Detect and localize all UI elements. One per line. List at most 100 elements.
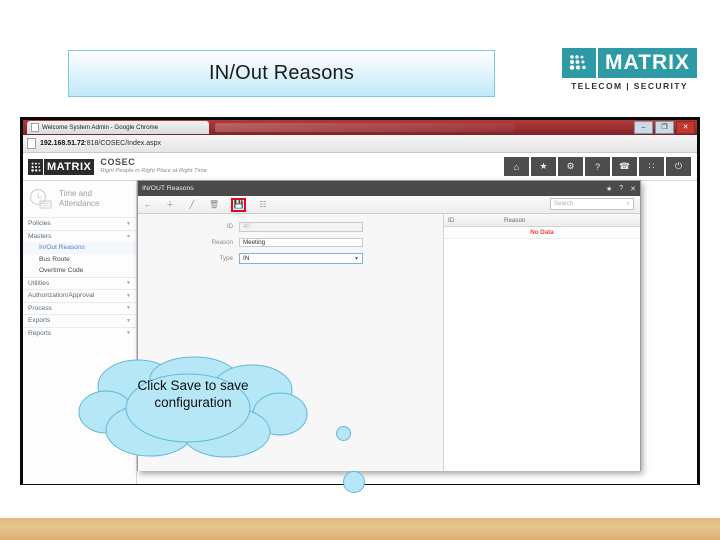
dialog-toolbar: ← ＋ ╱ 🗑 💾 ☷ Search ⌕: [138, 196, 640, 214]
sidebar-item-authorization-approval[interactable]: Authorization/Approval ▼: [23, 289, 136, 302]
chevron-down-icon: ▼: [126, 280, 131, 287]
star-icon[interactable]: ★: [531, 157, 556, 176]
phone-icon[interactable]: ☎: [612, 157, 637, 176]
form-row-type: Type IN ▼: [138, 253, 443, 264]
back-button[interactable]: ←: [143, 200, 153, 209]
grid-icon[interactable]: ∷: [639, 157, 664, 176]
app-header: MATRIX COSEC Right People in Right Place…: [23, 153, 697, 181]
address-bar-url: 192.168.51.72:818/COSEC/Index.aspx: [40, 140, 161, 147]
chevron-down-icon: ▼: [126, 220, 131, 227]
sidebar-item-overtime-code[interactable]: Overtime Code: [23, 265, 136, 277]
callout-text-line1: Click Save to save: [137, 378, 249, 393]
brand-row: MATRIX: [562, 48, 697, 78]
sidebar-item-label: Reports: [28, 329, 52, 337]
sidebar-item-utilities[interactable]: Utilities ▼: [23, 276, 136, 290]
column-header-id: ID: [448, 216, 455, 224]
app-logo-wordmark: MATRIX: [44, 158, 95, 175]
delete-button[interactable]: 🗑: [209, 200, 219, 209]
search-icon[interactable]: ⌕: [627, 201, 630, 208]
save-button[interactable]: 💾: [231, 197, 246, 212]
sidebar-item-label: Utilities: [28, 279, 50, 287]
sidebar-item-policies[interactable]: Policies ▼: [23, 217, 136, 230]
sidebar-item-label: In/Out Reasons: [39, 244, 85, 252]
search-input[interactable]: Search ⌕: [550, 198, 634, 210]
app-logo: MATRIX: [28, 158, 95, 175]
favorite-icon[interactable]: ★: [606, 185, 612, 193]
callout-text: Click Save to save configuration: [76, 378, 310, 412]
browser-tab[interactable]: Welcome System Admin - Google Chrome: [27, 121, 209, 134]
sidebar-item-label: Exports: [28, 317, 51, 325]
export-excel-button[interactable]: ☷: [258, 200, 268, 209]
sidebar-item-exports[interactable]: Exports ▼: [23, 314, 136, 327]
id-field: 40: [239, 222, 363, 232]
browser-title-bar: Welcome System Admin - Google Chrome – ❐…: [23, 120, 697, 135]
type-select-value: IN: [243, 255, 250, 262]
sidebar-module-title-line1: Time and: [59, 189, 93, 198]
gear-icon[interactable]: ⚙: [558, 157, 583, 176]
dialog-title-bar: IN/OUT Reasons ★ ? ✕: [138, 181, 640, 196]
chevron-down-icon: ▼: [126, 305, 131, 312]
dialog-title: IN/OUT Reasons: [142, 185, 194, 192]
brand-wordmark: MATRIX: [598, 48, 697, 78]
clock-icon: [29, 188, 54, 210]
chevron-down-icon: ▼: [126, 330, 131, 337]
sidebar-module-header: Time and Attendance: [23, 181, 136, 217]
callout-bubble-medium: [343, 471, 365, 493]
page-info-icon: [27, 138, 36, 149]
close-button[interactable]: ✕: [676, 121, 695, 134]
callout-bubble-small: [336, 426, 351, 441]
page-title: IN/Out Reasons: [208, 62, 355, 84]
sidebar-item-label: Bus Route: [39, 255, 70, 263]
sidebar-item-label: Masters: [28, 232, 52, 240]
type-label: Type: [219, 255, 233, 262]
browser-tab-title: Welcome System Admin - Google Chrome: [42, 124, 159, 131]
id-label: ID: [226, 223, 233, 231]
matrix-dots-icon-small: [28, 158, 43, 175]
sidebar-item-in-out-reasons[interactable]: In/Out Reasons: [23, 242, 136, 254]
tab-favicon-icon: [31, 123, 39, 132]
sidebar-item-label: Process: [28, 304, 52, 312]
reason-label: Reason: [211, 238, 233, 246]
empty-state-message: No Data: [444, 227, 640, 239]
browser-address-bar[interactable]: 192.168.51.72:818/COSEC/Index.aspx: [23, 135, 697, 153]
browser-tab-strip-empty: [215, 123, 515, 132]
form-row-id: ID 40: [138, 222, 443, 232]
reason-field[interactable]: Meeting: [239, 237, 363, 247]
close-icon[interactable]: ✕: [630, 185, 636, 193]
callout-text-line2: configuration: [154, 394, 232, 410]
list-header-row: ID Reason: [444, 214, 640, 227]
chevron-down-icon: ▼: [126, 292, 131, 299]
address-bar-host: 192.168.51.72: [40, 140, 85, 147]
product-name: COSEC: [100, 157, 136, 168]
sidebar-item-bus-route[interactable]: Bus Route: [23, 254, 136, 266]
add-button[interactable]: ＋: [165, 200, 175, 209]
help-icon[interactable]: ?: [619, 185, 623, 192]
type-select[interactable]: IN ▼: [239, 253, 363, 264]
callout-cloud: Click Save to save configuration: [76, 356, 310, 460]
maximize-button[interactable]: ❐: [655, 121, 674, 134]
edit-button[interactable]: ╱: [187, 200, 197, 209]
sidebar-item-masters[interactable]: Masters ▲: [23, 229, 136, 243]
header-icon-bar: ⌂ ★ ⚙ ? ☎ ∷ ⏻: [504, 157, 691, 176]
matrix-brand-logo: MATRIX TELECOM | SECURITY: [562, 48, 697, 94]
reasons-list-pane: ID Reason No Data: [444, 214, 640, 471]
column-header-reason: Reason: [504, 216, 526, 224]
sidebar-item-label: Policies: [28, 220, 51, 228]
minimize-button[interactable]: –: [634, 121, 653, 134]
help-icon[interactable]: ?: [585, 157, 610, 176]
address-bar-path: :818/COSEC/Index.aspx: [84, 140, 162, 147]
sidebar-item-reports[interactable]: Reports ▼: [23, 326, 136, 340]
dialog-title-icons: ★ ? ✕: [606, 185, 636, 193]
chevron-up-icon: ▲: [126, 233, 131, 240]
sidebar-item-label: Overtime Code: [39, 267, 84, 275]
slide-title-box: IN/Out Reasons: [68, 50, 495, 97]
power-icon[interactable]: ⏻: [666, 157, 691, 176]
sidebar-item-label: Authorization/Approval: [28, 292, 95, 300]
search-placeholder: Search: [554, 201, 574, 207]
sidebar-module-title-line2: Attendance: [59, 199, 100, 208]
home-icon[interactable]: ⌂: [504, 157, 529, 176]
form-row-reason: Reason Meeting: [138, 237, 443, 247]
slide-footer-strip: [0, 518, 720, 540]
chevron-down-icon: ▼: [354, 255, 359, 262]
sidebar-item-process[interactable]: Process ▼: [23, 301, 136, 315]
